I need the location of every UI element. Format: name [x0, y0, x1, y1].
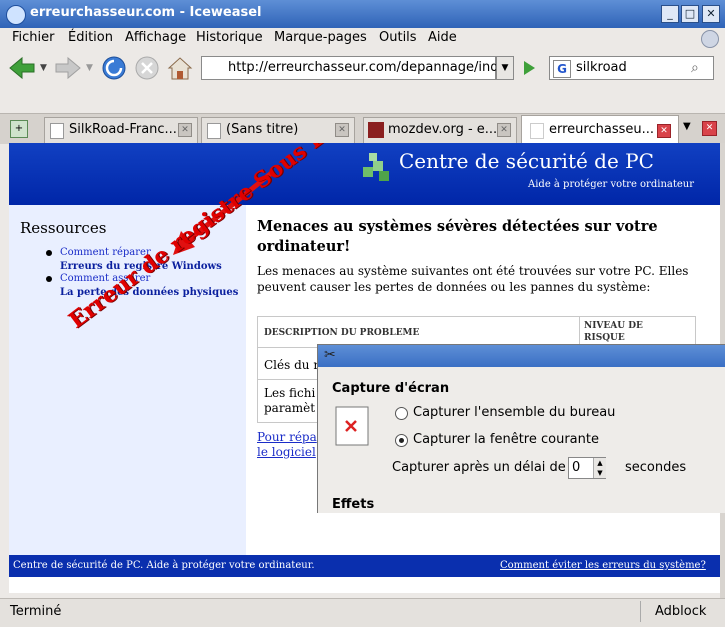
url-bar[interactable]: http://erreurchasseur.com/depannage/ind: [201, 56, 499, 80]
radio-window-selected[interactable]: [395, 434, 408, 447]
reload-icon[interactable]: [100, 54, 128, 82]
effects-section-heading: Effets: [332, 497, 375, 512]
adblock-label[interactable]: Adblock: [655, 604, 706, 619]
stop-icon[interactable]: [134, 55, 160, 81]
dialog-menu-icon[interactable]: ✂: [324, 347, 336, 363]
tab-label: SilkRoad-Franc...: [69, 122, 177, 137]
tab-label: mozdev.org - e...: [388, 122, 498, 137]
menu-historique[interactable]: Historique: [196, 30, 263, 45]
tab-label: (Sans titre): [226, 122, 299, 137]
iceweasel-app-icon: [6, 5, 26, 25]
menu-affichage[interactable]: Affichage: [125, 30, 186, 45]
banner-title: Centre de sécurité de PC: [399, 149, 654, 173]
adblock-panel[interactable]: Adblock: [640, 601, 719, 622]
screenshot-app-icon: [335, 406, 369, 446]
status-text: Terminé: [10, 604, 62, 619]
table-row-2-line2: paramèt: [264, 401, 316, 415]
bullet: [46, 276, 52, 282]
footer-link[interactable]: Comment éviter les erreurs du système?: [500, 560, 706, 571]
tab-close-icon[interactable]: ✕: [497, 123, 511, 137]
menu-outils[interactable]: Outils: [379, 30, 417, 45]
forward-arrow-icon[interactable]: [54, 55, 82, 81]
window-title-bar[interactable]: erreurchasseur.com - Iceweasel _ □ ✕: [0, 0, 725, 28]
radio-desktop[interactable]: [395, 407, 408, 420]
new-tab-icon[interactable]: +: [10, 120, 28, 138]
page-icon: [530, 123, 544, 139]
sidebar-heading: Ressources: [20, 219, 107, 237]
forward-history-dropdown-icon[interactable]: ▼: [86, 63, 93, 73]
tab-erreurchasseur[interactable]: erreurchasseu... ✕: [521, 115, 679, 145]
site-footer: Centre de sécurité de PC. Aide à protége…: [9, 555, 720, 577]
bookmarks-toolbar: [0, 89, 725, 113]
menu-fichier[interactable]: Fichier: [12, 30, 55, 45]
search-input[interactable]: silkroad: [576, 57, 627, 79]
delay-label: Capturer après un délai de: [392, 460, 566, 475]
throbber-icon: [701, 30, 719, 48]
maximize-icon[interactable]: □: [681, 5, 699, 23]
radio-dot: [399, 438, 404, 443]
page-icon: [50, 123, 64, 139]
menu-bar: Fichier Édition Affichage Historique Mar…: [0, 28, 725, 48]
tab-strip: + SilkRoad-Franc... ✕ (Sans titre) ✕ moz…: [0, 113, 725, 145]
intro-line1: Les menaces au système suivantes ont été…: [257, 264, 689, 278]
bullet: [46, 250, 52, 256]
screenshot-dialog: ✂ Capture d'écran Capturer l'ensemble du…: [317, 344, 725, 513]
footer-text: Centre de sécurité de PC. Aide à protége…: [13, 560, 315, 571]
tab-mozdev[interactable]: mozdev.org - e... ✕: [363, 117, 517, 144]
tab-silkroad[interactable]: SilkRoad-Franc... ✕: [44, 117, 198, 144]
dialog-title-bar[interactable]: ✂: [318, 345, 725, 367]
table-row-2-line1: Les fichi: [264, 386, 316, 400]
search-box[interactable]: G silkroad ⌕: [549, 56, 714, 80]
tab-close-icon[interactable]: ✕: [657, 124, 671, 138]
status-bar: Terminé Adblock: [0, 598, 725, 627]
banner-subtitle: Aide à protéger votre ordinateur: [528, 179, 695, 190]
tab-close-icon[interactable]: ✕: [178, 123, 192, 137]
search-magnifier-icon[interactable]: ⌕: [691, 57, 699, 79]
repair-link-line1[interactable]: Pour répa: [257, 430, 317, 444]
back-history-dropdown-icon[interactable]: ▼: [40, 63, 47, 73]
menu-marque-pages[interactable]: Marque-pages: [274, 30, 367, 45]
option-desktop-label[interactable]: Capturer l'ensemble du bureau: [413, 405, 615, 420]
spin-arrows-icon[interactable]: ▲ ▼: [593, 458, 606, 478]
option-window-label[interactable]: Capturer la fenêtre courante: [413, 432, 599, 447]
window-title: erreurchasseur.com - Iceweasel: [30, 5, 262, 20]
capture-section-heading: Capture d'écran: [332, 381, 450, 396]
close-window-icon[interactable]: ✕: [702, 5, 720, 23]
main-heading-line1: Menaces au systèmes sévères détectées su…: [257, 218, 658, 235]
intro-line2: peuvent causer les pertes de données ou …: [257, 280, 651, 294]
navigation-toolbar: ▼ ▼ http://erreurchasseur.com/depannage/…: [0, 49, 725, 89]
page-icon: [207, 123, 221, 139]
security-cubes-icon: [363, 153, 389, 181]
table-row-1: Clés du r: [264, 358, 320, 372]
mozdev-favicon: [368, 122, 384, 138]
table-divider: [579, 317, 580, 347]
menu-edition[interactable]: Édition: [68, 30, 113, 45]
back-arrow-icon[interactable]: [8, 55, 36, 81]
repair-link-line2[interactable]: le logiciel: [257, 445, 316, 459]
delay-value[interactable]: 0: [572, 460, 580, 475]
go-arrow-icon[interactable]: [519, 58, 539, 78]
tab-close-icon[interactable]: ✕: [335, 123, 349, 137]
search-engine-icon[interactable]: G: [553, 60, 571, 78]
url-dropdown-icon[interactable]: ▼: [496, 56, 514, 80]
table-header-description: DESCRIPTION DU PROBLEME: [264, 328, 420, 338]
tab-label: erreurchasseu...: [549, 122, 655, 137]
close-tab-icon[interactable]: ✕: [702, 121, 717, 136]
delay-unit: secondes: [625, 460, 687, 475]
table-header-level-1: NIVEAU DE: [584, 321, 643, 331]
menu-aide[interactable]: Aide: [428, 30, 457, 45]
delay-spinbutton[interactable]: 0 ▲ ▼: [568, 457, 606, 479]
site-banner: Centre de sécurité de PC Aide à protéger…: [9, 143, 720, 205]
url-text: http://erreurchasseur.com/depannage/ind: [228, 60, 499, 75]
minimize-icon[interactable]: _: [661, 5, 679, 23]
home-icon[interactable]: [166, 54, 194, 82]
table-header-level-2: RISQUE: [584, 333, 625, 343]
tab-sans-titre[interactable]: (Sans titre) ✕: [201, 117, 355, 144]
tab-list-dropdown-icon[interactable]: ▼: [683, 121, 691, 132]
